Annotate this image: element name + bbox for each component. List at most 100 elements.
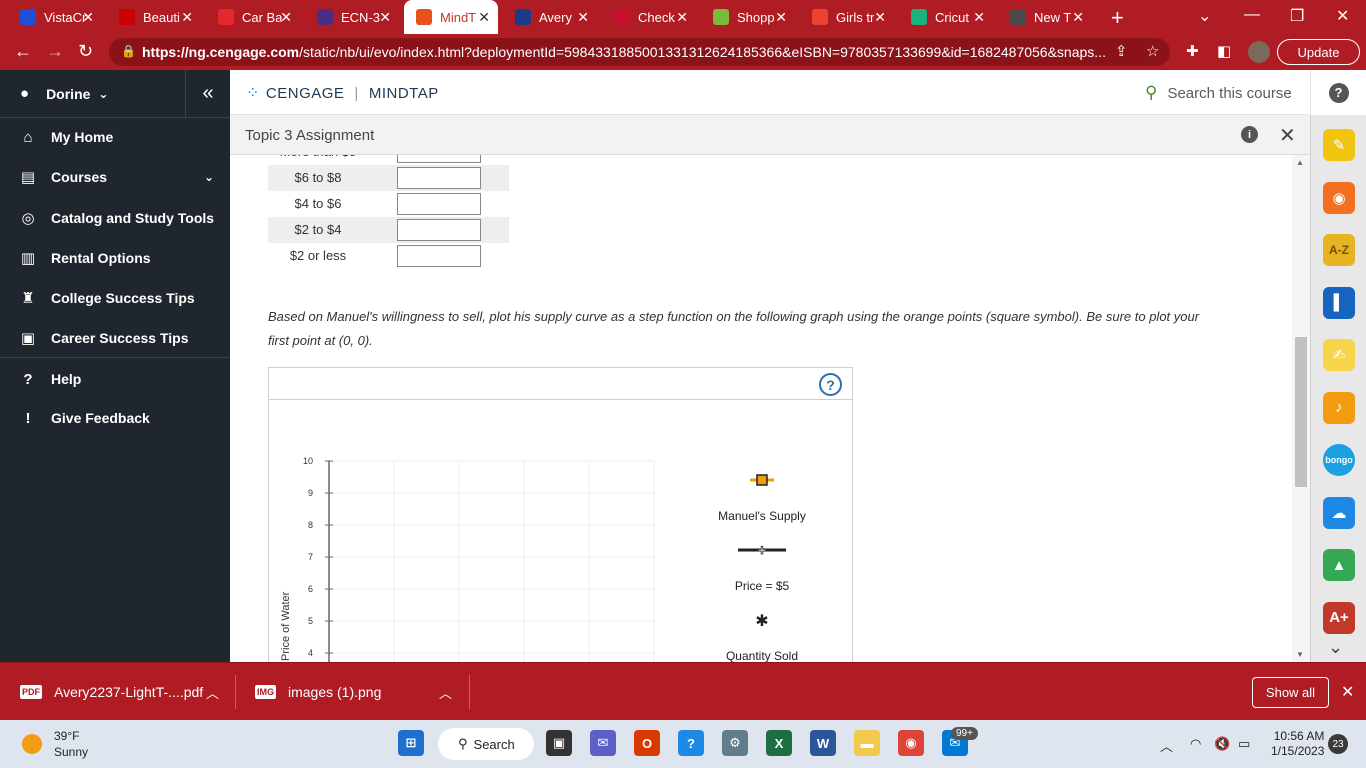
close-tab-icon[interactable]: ✕ — [676, 9, 688, 26]
forward-arrow-icon[interactable]: → — [46, 41, 64, 62]
notebook-icon[interactable]: ▌ — [1323, 286, 1355, 319]
google-drive-icon[interactable]: ▲ — [1323, 549, 1355, 581]
wifi-icon[interactable]: ◠ — [1190, 736, 1201, 752]
chat-icon[interactable]: ✉ — [590, 730, 616, 756]
excel-icon[interactable]: X — [766, 730, 792, 756]
aplus-icon[interactable]: A+ — [1323, 601, 1355, 634]
close-tab-icon[interactable]: ✕ — [973, 9, 985, 26]
info-icon[interactable]: i — [1241, 126, 1258, 143]
close-tab-icon[interactable]: ✕ — [379, 9, 391, 26]
content-scrollbar[interactable]: ▲ ▼ — [1292, 155, 1310, 662]
task-view-icon[interactable]: ▣ — [546, 730, 572, 756]
system-clock[interactable]: 10:56 AM 1/15/2023 — [1271, 729, 1324, 759]
graph-help-button[interactable]: ? — [819, 373, 842, 396]
browser-tab[interactable]: Check ✕ — [602, 0, 696, 34]
sidebar-item-courses[interactable]: ▤ Courses ⌄ — [0, 157, 230, 197]
scroll-down-arrow-icon[interactable]: ▼ — [1296, 650, 1304, 659]
settings-gear-icon[interactable]: ⚙ — [722, 730, 748, 756]
download-item-pdf[interactable]: PDF Avery2237-LightT-....pdf ︿ — [20, 663, 219, 721]
file-explorer-icon[interactable]: ▬ — [854, 730, 880, 756]
readspeaker-icon[interactable]: ♪ — [1323, 391, 1355, 424]
close-tab-icon[interactable]: ✕ — [775, 9, 787, 26]
quantity-input[interactable] — [397, 193, 481, 215]
new-tab-button[interactable]: + — [1111, 5, 1124, 31]
back-arrow-icon[interactable]: ← — [14, 41, 32, 62]
chrome-icon[interactable]: ◉ — [898, 730, 924, 756]
help-button[interactable]: ? — [1310, 70, 1366, 115]
close-tab-icon[interactable]: ✕ — [577, 9, 589, 26]
collapse-sidebar-button[interactable]: « — [186, 70, 230, 118]
close-activity-button[interactable]: ✕ — [1279, 123, 1296, 148]
course-search[interactable]: ⚲ Search this course — [1145, 83, 1292, 103]
browser-tab[interactable]: Shopp ✕ — [701, 0, 795, 34]
close-downloads-bar-button[interactable]: ✕ — [1341, 682, 1354, 702]
sidebar-item-give-feedback[interactable]: ! Give Feedback — [0, 398, 230, 438]
legend-item-black-star[interactable]: ✱ Quantity Sold — [726, 613, 798, 662]
office-icon[interactable]: O — [634, 730, 660, 756]
minimize-window-button[interactable]: — — [1244, 6, 1260, 24]
dictionary-az-icon[interactable]: A-Z — [1323, 234, 1355, 266]
weather-widget[interactable]: 39°F Sunny — [22, 728, 88, 760]
notes-icon[interactable]: ✍ — [1323, 339, 1355, 371]
bookmark-star-icon[interactable]: ☆ — [1146, 42, 1159, 60]
tray-overflow-chevron-icon[interactable]: ︿ — [1160, 736, 1173, 755]
legend-item-black-line-plus[interactable]: + Price = $5 — [735, 542, 790, 593]
sidebar-item-rental-options[interactable]: ▥ Rental Options — [0, 238, 230, 278]
sidebar-item-career-success-tips[interactable]: ▣ Career Success Tips — [0, 318, 230, 358]
cloud-icon[interactable]: ☁ — [1323, 496, 1355, 529]
quantity-input[interactable] — [397, 219, 481, 241]
rss-icon[interactable]: ◉ — [1323, 181, 1355, 214]
browser-tab[interactable]: Cricut ✕ — [899, 0, 993, 34]
close-tab-icon[interactable]: ✕ — [478, 9, 490, 26]
sidebar-item-catalog-and-study-tools[interactable]: ◎ Catalog and Study Tools — [0, 198, 230, 238]
browser-tab[interactable]: Beauti ✕ — [107, 0, 201, 34]
legend-item-orange-square[interactable]: Manuel's Supply — [718, 474, 806, 523]
battery-icon[interactable]: ▭ — [1238, 736, 1250, 752]
profile-avatar[interactable] — [1248, 41, 1270, 63]
volume-muted-icon[interactable]: 🔇 — [1214, 736, 1230, 752]
supply-graph[interactable]: 10 9 8 7 6 5 4 Price of Water Manuel's Supply +… — [269, 401, 852, 662]
quantity-input[interactable] — [397, 167, 481, 189]
browser-tab[interactable]: New T ✕ — [998, 0, 1092, 34]
cengage-logo[interactable]: ⁘ CENGAGE | MINDTAP — [246, 83, 439, 103]
reload-icon[interactable]: ↻ — [78, 41, 93, 62]
notification-count[interactable]: 23 — [1328, 734, 1348, 754]
user-menu-button[interactable]: ● Dorine ⌄ — [0, 70, 186, 118]
windows-start-icon[interactable]: ⊞ — [398, 730, 424, 756]
quantity-input[interactable] — [397, 245, 481, 267]
browser-tab[interactable]: ECN-3 ✕ — [305, 0, 399, 34]
extensions-puzzle-icon[interactable]: ✚ — [1186, 42, 1199, 60]
browser-tab[interactable]: VistaCr ✕ — [8, 0, 102, 34]
sidebar-item-my-home[interactable]: ⌂ My Home — [0, 117, 230, 157]
browser-tab[interactable]: Avery ✕ — [503, 0, 597, 34]
url-input[interactable]: 🔒 https://ng.cengage.com/static/nb/ui/ev… — [109, 38, 1170, 66]
tab-search-chevron-icon[interactable]: ⌄ — [1198, 6, 1211, 26]
browser-tab[interactable]: Girls tr ✕ — [800, 0, 894, 34]
sidebar-item-help[interactable]: ? Help — [0, 359, 230, 399]
scroll-up-arrow-icon[interactable]: ▲ — [1296, 158, 1304, 167]
close-tab-icon[interactable]: ✕ — [280, 9, 292, 26]
close-window-button[interactable]: ✕ — [1336, 6, 1349, 26]
share-icon[interactable]: ⇪ — [1115, 42, 1128, 60]
toolbar-more-chevron-icon[interactable]: ⌄ — [1328, 637, 1343, 658]
browser-tab[interactable]: Car Ba ✕ — [206, 0, 300, 34]
download-item-png[interactable]: IMG images (1).png ︿ — [255, 663, 452, 721]
close-tab-icon[interactable]: ✕ — [181, 9, 193, 26]
highlighter-icon[interactable]: ✎ — [1323, 129, 1355, 161]
side-panel-icon[interactable]: ◧ — [1217, 42, 1231, 60]
quantity-input[interactable] — [397, 155, 481, 163]
close-tab-icon[interactable]: ✕ — [1072, 9, 1084, 26]
get-help-icon[interactable]: ? — [678, 730, 704, 756]
show-all-downloads-button[interactable]: Show all — [1252, 677, 1329, 708]
sidebar-item-college-success-tips[interactable]: ♜ College Success Tips — [0, 278, 230, 318]
browser-tab[interactable]: MindT ✕ — [404, 0, 498, 34]
close-tab-icon[interactable]: ✕ — [82, 9, 94, 26]
restore-window-button[interactable]: ❐ — [1290, 6, 1304, 26]
word-icon[interactable]: W — [810, 730, 836, 756]
taskbar-search[interactable]: ⚲ Search — [438, 728, 534, 760]
chevron-up-icon[interactable]: ︿ — [439, 683, 452, 702]
bongo-icon[interactable]: bongo — [1323, 444, 1355, 476]
update-button[interactable]: Update — [1277, 39, 1360, 65]
scrollbar-thumb[interactable] — [1295, 337, 1307, 487]
close-tab-icon[interactable]: ✕ — [874, 9, 886, 26]
